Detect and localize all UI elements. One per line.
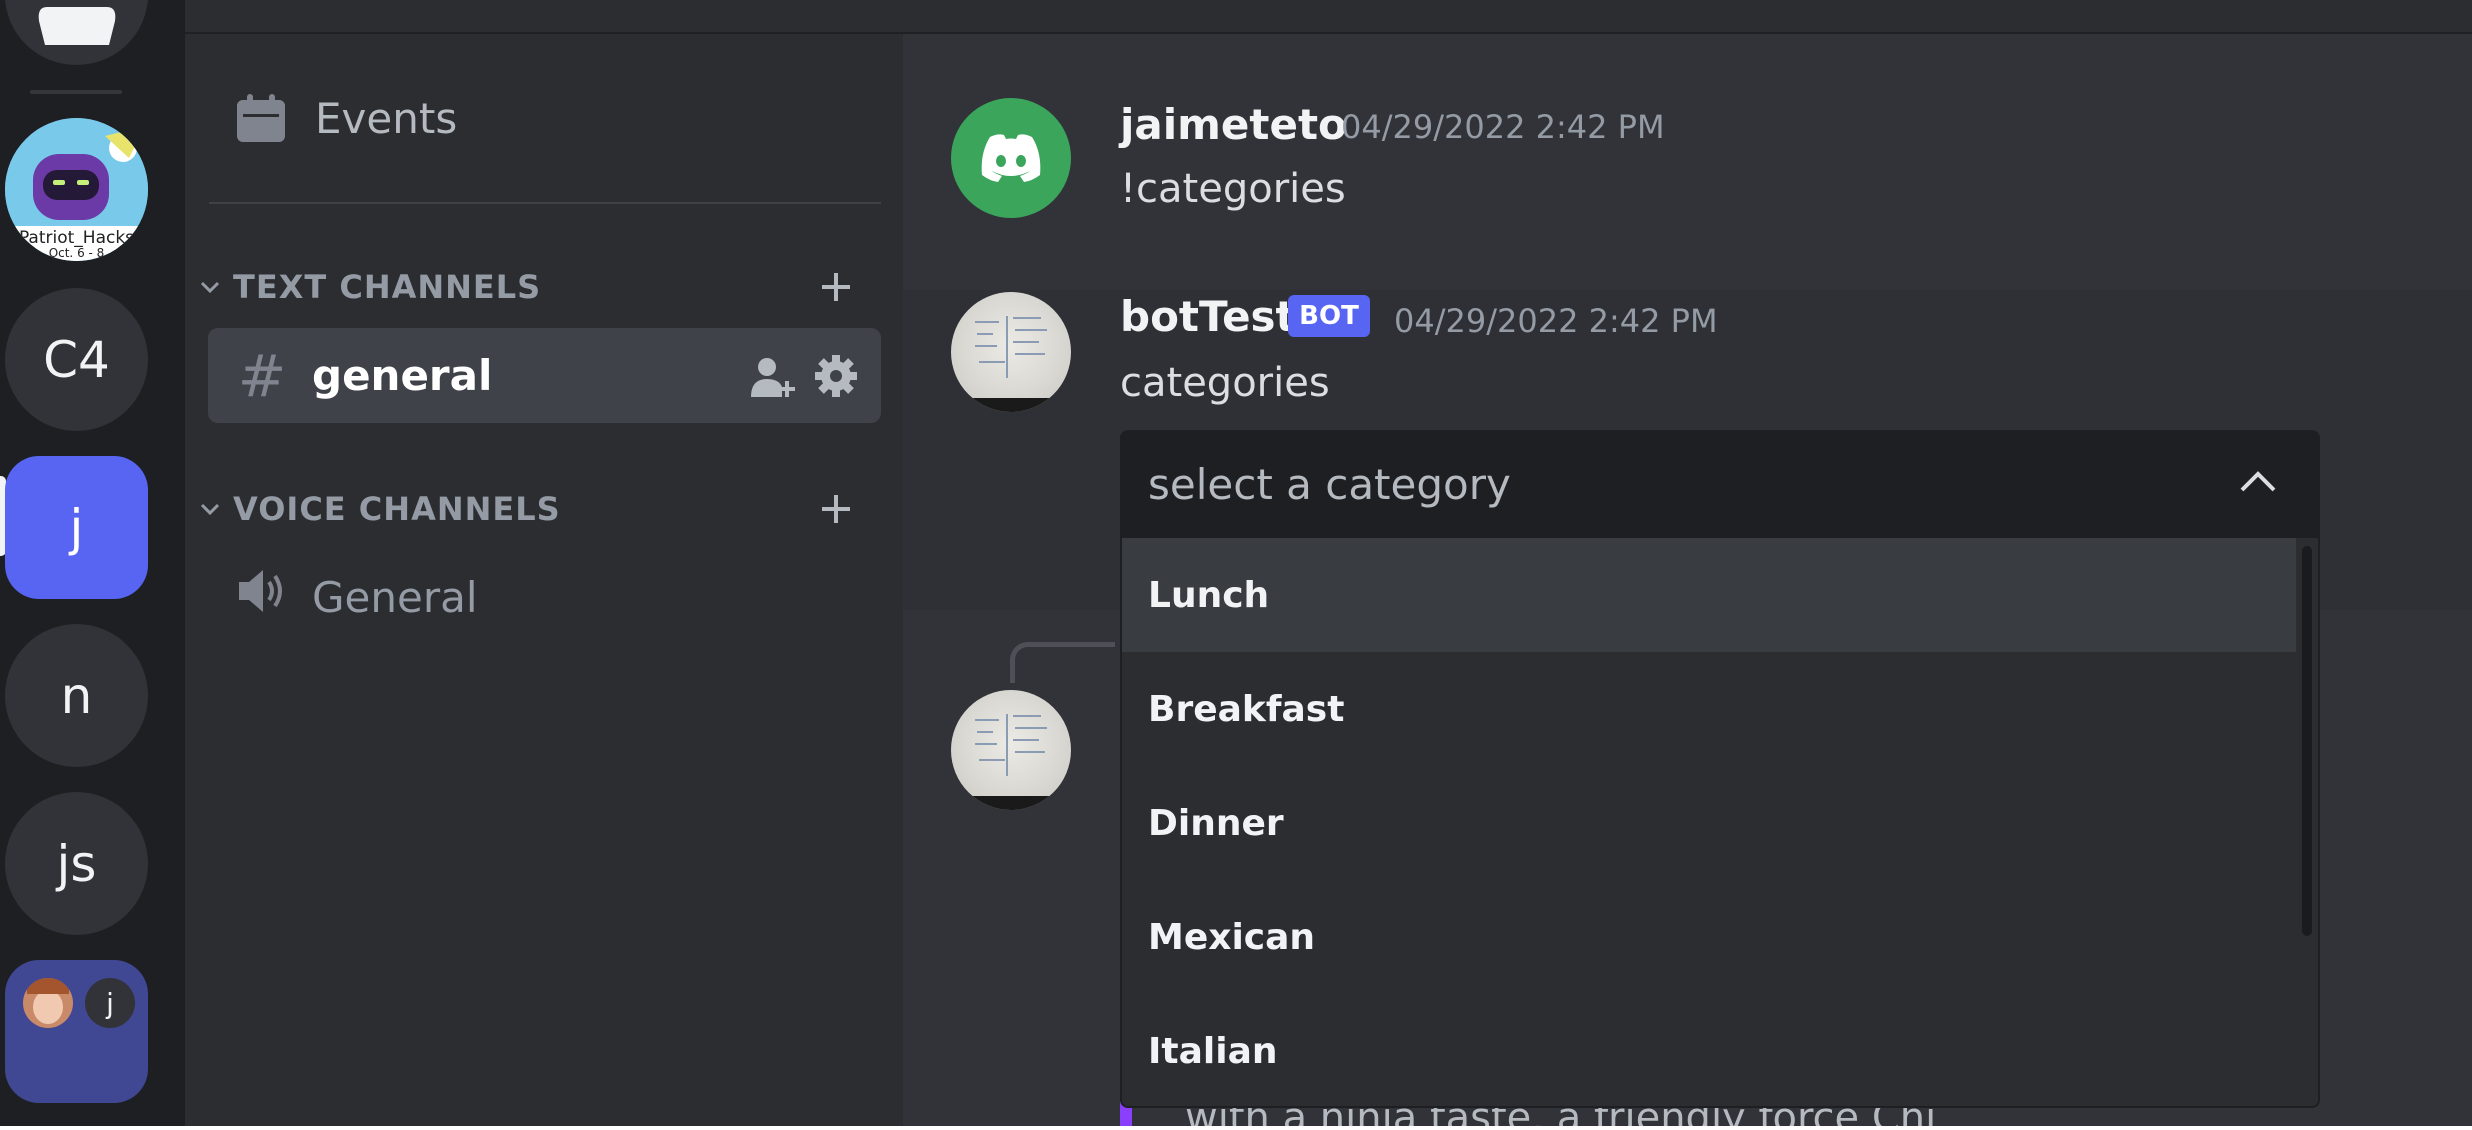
- message-content: categories: [1120, 360, 1330, 406]
- select-option[interactable]: Breakfast: [1122, 652, 2296, 766]
- server-js[interactable]: js: [5, 792, 148, 935]
- channel-name: general: [312, 351, 493, 400]
- chat-header: [903, 0, 2472, 34]
- patriot-hacks-label: Patriot_Hacks: [18, 228, 135, 248]
- category-text-channels[interactable]: TEXT CHANNELS: [195, 262, 875, 312]
- discord-logo-icon: [981, 134, 1041, 182]
- avatar[interactable]: [951, 98, 1071, 218]
- rail-divider: [30, 90, 122, 94]
- message-author[interactable]: jaimeteto: [1120, 100, 1347, 149]
- option-label: Lunch: [1148, 574, 1270, 616]
- option-label: Breakfast: [1148, 688, 1345, 730]
- select-option[interactable]: Italian: [1122, 994, 2296, 1106]
- folder-badge: j: [85, 978, 135, 1028]
- message-timestamp: 04/29/2022 2:42 PM: [1394, 302, 1718, 340]
- channel-sidebar: Events TEXT CHANNELS # general VOICE CHA…: [185, 0, 903, 1126]
- avatar[interactable]: [951, 292, 1071, 412]
- category-select[interactable]: select a category: [1120, 430, 2320, 538]
- discord-app: Patriot_Hacks Oct. 6 - 8 C4 j n js j Eve…: [0, 0, 2472, 1126]
- calendar-icon: [237, 94, 285, 142]
- bot-badge: BOT: [1288, 295, 1370, 337]
- home-button[interactable]: [5, 0, 148, 65]
- chevron-up-icon[interactable]: [2238, 468, 2278, 498]
- events-link[interactable]: Events: [235, 88, 457, 148]
- select-option[interactable]: Mexican: [1122, 880, 2296, 994]
- avatar[interactable]: [951, 690, 1071, 810]
- message-content: !categories: [1120, 166, 1346, 212]
- server-label: j: [69, 498, 84, 557]
- option-label: Dinner: [1148, 802, 1284, 844]
- add-channel-icon[interactable]: [815, 266, 857, 308]
- server-c4[interactable]: C4: [5, 288, 148, 431]
- server-label: n: [60, 666, 93, 725]
- select-dropdown: Lunch Breakfast Dinner Mexican Italian: [1120, 538, 2320, 1108]
- voice-channel-general[interactable]: General: [208, 550, 881, 645]
- server-j[interactable]: j: [5, 456, 148, 599]
- patriot-hacks-date: Oct. 6 - 8: [48, 246, 105, 260]
- select-option[interactable]: Dinner: [1122, 766, 2296, 880]
- hashtag-icon: #: [237, 341, 287, 410]
- server-label: C4: [43, 330, 110, 389]
- option-label: Mexican: [1148, 916, 1316, 958]
- category-label: TEXT CHANNELS: [233, 268, 542, 306]
- gear-icon[interactable]: [813, 353, 859, 399]
- dropdown-scrollbar[interactable]: [2302, 546, 2312, 936]
- category-label: VOICE CHANNELS: [233, 490, 561, 528]
- speaker-icon: [234, 564, 290, 632]
- server-folder[interactable]: j: [5, 960, 148, 1103]
- category-voice-channels[interactable]: VOICE CHANNELS: [195, 484, 875, 534]
- events-label: Events: [315, 93, 458, 143]
- select-option[interactable]: Lunch: [1122, 538, 2296, 652]
- server-rail: Patriot_Hacks Oct. 6 - 8 C4 j n js j: [0, 0, 185, 1126]
- channel-general[interactable]: # general: [208, 328, 881, 423]
- option-label: Italian: [1148, 1030, 1278, 1072]
- server-patriot-hacks[interactable]: Patriot_Hacks Oct. 6 - 8: [5, 118, 148, 261]
- sidebar-divider: [209, 202, 881, 204]
- server-n[interactable]: n: [5, 624, 148, 767]
- avatar-photo: [975, 316, 1047, 378]
- folder-avatar: [23, 978, 73, 1028]
- select-placeholder: select a category: [1148, 460, 1511, 509]
- server-label: js: [56, 834, 97, 893]
- avatar-photo: [975, 714, 1047, 776]
- message-timestamp: 04/29/2022 2:42 PM: [1341, 108, 1665, 146]
- channel-name: General: [312, 573, 478, 622]
- server-header: [185, 0, 903, 34]
- chevron-down-icon: [195, 280, 225, 294]
- chevron-down-icon: [195, 502, 225, 516]
- reply-connector: [1010, 642, 1115, 683]
- discord-logo-icon: [38, 7, 115, 45]
- invite-members-icon[interactable]: [749, 353, 795, 399]
- message-author[interactable]: botTest: [1120, 292, 1296, 341]
- add-channel-icon[interactable]: [815, 488, 857, 530]
